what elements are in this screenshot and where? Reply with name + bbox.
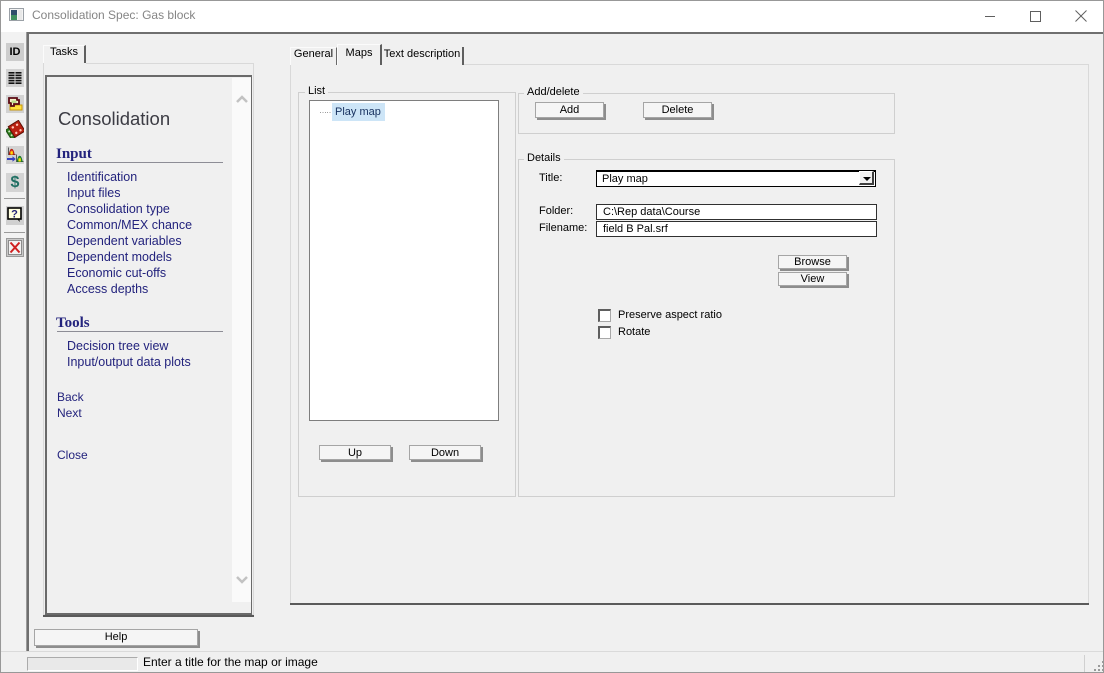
svg-text:?: ? [11,209,18,221]
